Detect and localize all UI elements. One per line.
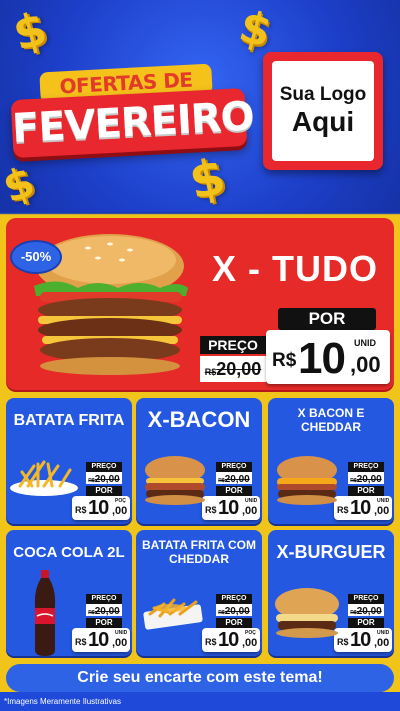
logo-inner: Sua Logo Aqui [272,61,374,161]
old-price: R$20,00 [348,472,384,485]
currency: R$ [205,505,217,515]
old-value: 20,00 [94,474,120,485]
logo-placeholder: Sua Logo Aqui [263,52,383,170]
old-price: R$20,00 [216,472,252,485]
hero-old-value: 20,00 [216,359,262,379]
price-box: R$ 10 UNID ,00 [72,628,130,652]
title-main-banner: FEVEREIRO [10,87,255,159]
price-box: R$ 10 UNID ,00 [334,496,392,520]
dollar-icon: $ [233,0,277,59]
discount-badge: -50% [10,240,62,274]
currency: R$ [337,505,349,515]
old-value: 20,00 [224,606,250,617]
hero-old-currency: R$ [204,367,217,377]
coca-cola-image [34,570,56,656]
old-price-label: PREÇO [216,594,252,604]
price-cents: ,00 [242,637,258,649]
hero-price-cents: ,00 [350,352,381,377]
logo-line-1: Sua Logo [279,84,367,105]
disclaimer-text: *Imagens Meramente Ilustrativas [4,697,121,706]
por-label: POR [86,618,122,628]
product-name: X-BACON [147,407,251,432]
unit: UNID [245,498,258,504]
unit: UNID [377,630,390,636]
price-cents: ,00 [112,505,128,517]
xbacon-image [145,456,205,505]
por-label: POR [216,618,252,628]
currency: R$ [205,637,217,647]
dollar-icon: $ [7,0,53,62]
old-price-label: PREÇO [348,594,384,604]
cta-banner[interactable]: Crie seu encarte com este tema! [6,664,394,692]
hero-old-price-label: PREÇO [200,336,266,354]
old-price-label: PREÇO [216,462,252,472]
product-name: BATATA FRITA [13,412,125,429]
fries-cheddar-image [143,598,203,630]
old-price-label: PREÇO [86,594,122,604]
por-label: POR [348,486,384,496]
price-box: R$ 10 UNID ,00 [202,496,260,520]
xbacon-cheddar-image [277,456,337,505]
hero-product-title: X - TUDO [212,248,378,289]
price-cents: ,00 [374,637,390,649]
hero-price-box: R$ 10 UNID ,00 [266,330,390,384]
product-name: COCA COLA 2L [13,544,125,561]
por-label: POR [86,486,122,496]
hero-unit: UNID [354,338,376,348]
hero-price-int: 10 [298,334,346,383]
dollar-icon: $ [0,156,41,212]
unit: UNID [115,630,128,636]
unit: POÇ [115,498,126,504]
xburguer-image [275,588,339,638]
old-value: 20,00 [224,474,250,485]
currency: R$ [75,505,87,515]
product-name: X BACON E CHEDDAR [297,406,365,434]
old-value: 20,00 [94,606,120,617]
old-price: R$20,00 [216,604,252,617]
title-main-text: FEVEREIRO [10,93,255,153]
por-label: POR [348,618,384,628]
old-price: R$20,00 [86,472,122,485]
price-box: R$ 10 POÇ ,00 [72,496,130,520]
unit: UNID [377,498,390,504]
unit: POÇ [245,630,256,636]
old-price: R$20,00 [86,604,122,617]
price-box: R$ 10 UNID ,00 [334,628,392,652]
product-name: BATATA FRITA COM CHEDDAR [142,538,256,566]
product-name: X-BURGUER [276,542,386,562]
old-price-label: PREÇO [348,462,384,472]
old-price-label: PREÇO [86,462,122,472]
currency: R$ [75,637,87,647]
price-int: 10 [88,497,109,519]
price-cents: ,00 [242,505,258,517]
price-int: 10 [350,497,371,519]
fries-image [10,460,78,496]
price-int: 10 [218,629,239,651]
price-box: R$ 10 POÇ ,00 [202,628,260,652]
price-cents: ,00 [374,505,390,517]
price-int: 10 [88,629,109,651]
old-value: 20,00 [356,474,382,485]
old-price: R$20,00 [348,604,384,617]
hero-por-label: POR [278,308,376,330]
hero-currency: R$ [272,350,297,371]
price-int: 10 [218,497,239,519]
price-int: 10 [350,629,371,651]
hero-old-price: R$20,00 [200,356,266,382]
old-value: 20,00 [356,606,382,617]
price-cents: ,00 [112,637,128,649]
por-label: POR [216,486,252,496]
logo-line-2: Aqui [291,106,355,137]
dollar-icon: $ [184,147,231,211]
header: $ $ $ $ OFERTAS DE FEVEREIRO Sua Logo Aq… [0,0,400,212]
